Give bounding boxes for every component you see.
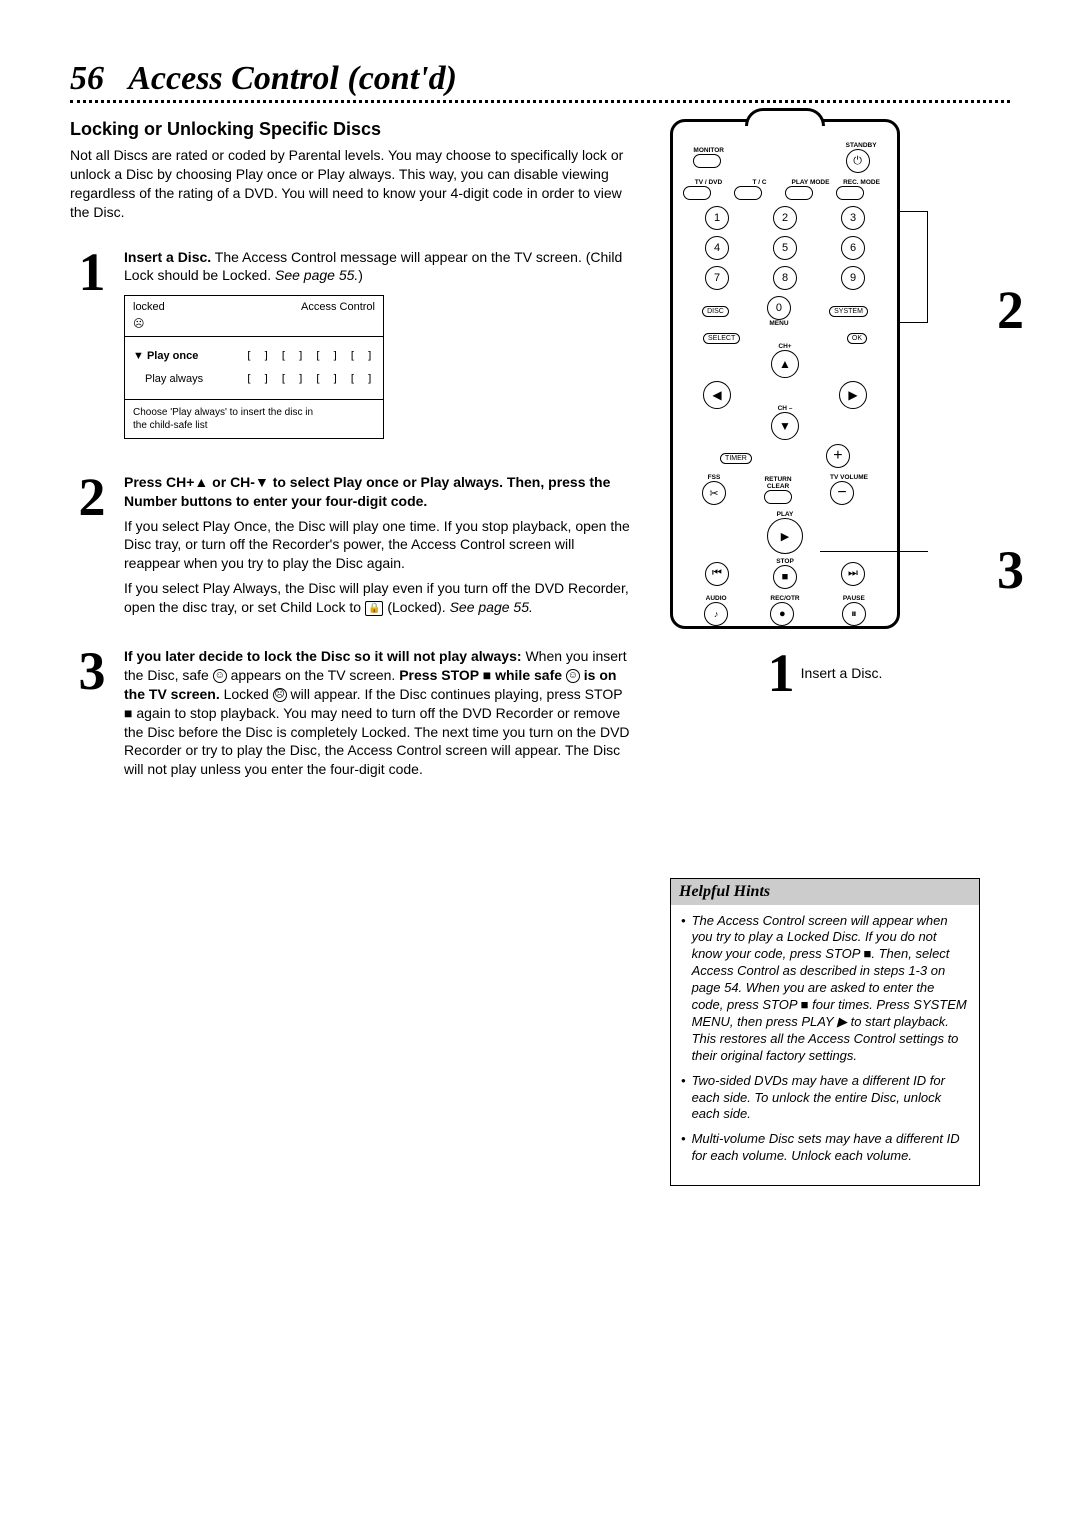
hint-3: Multi-volume Disc sets may have a differ…: [692, 1131, 969, 1165]
side-column: MONITOR STANDBY ⏻ TV / DVD T / C PLAY MO…: [670, 119, 980, 1186]
tv-code-always: [ ] [ ] [ ] [ ]: [246, 372, 375, 387]
step-2-p1: If you select Play Once, the Disc will p…: [124, 517, 630, 574]
insert-disc-caption: Insert a Disc.: [801, 665, 883, 681]
num-6-button: 6: [841, 236, 865, 260]
standby-label: STANDBY: [846, 142, 877, 149]
step-2-p2: If you select Play Always, the Disc will…: [124, 579, 630, 617]
padlock-icon: 🔒: [365, 601, 383, 617]
title-rule: [70, 100, 1010, 103]
num-7-button: 7: [705, 266, 729, 290]
standby-button: ⏻: [846, 149, 870, 173]
intro-paragraph: Not all Discs are rated or coded by Pare…: [70, 146, 630, 222]
prev-button: ⏮: [705, 562, 729, 586]
step-1: 1 Insert a Disc. The Access Control mess…: [70, 248, 630, 449]
vol-up-button: +: [826, 444, 850, 468]
tv-code-once: [ ] [ ] [ ] [ ]: [246, 349, 375, 364]
pause-button: ⏸: [842, 602, 866, 626]
hint-1: The Access Control screen will appear wh…: [692, 913, 969, 1065]
recmode-button: [836, 186, 864, 200]
step-1-bold: Insert a Disc.: [124, 249, 211, 265]
play-button: ▶: [767, 518, 803, 554]
tv-screen-diagram: locked ☹ Access Control ▼ Play once [ ] …: [124, 295, 384, 438]
step-3-text: If you later decide to lock the Disc so …: [124, 647, 630, 779]
ok-button: OK: [847, 333, 867, 344]
num-0-button: 0: [767, 296, 791, 320]
select-button: SELECT: [703, 333, 740, 344]
step-1-text: Insert a Disc. The Access Control messag…: [124, 248, 630, 286]
disc-button: DISC: [702, 306, 729, 317]
main-column: Locking or Unlocking Specific Discs Not …: [70, 119, 630, 1186]
step-3-bold: If you later decide to lock the Disc so …: [124, 648, 522, 664]
step-3: 3 If you later decide to lock the Disc s…: [70, 647, 630, 785]
callout-1: 1: [768, 649, 795, 698]
rec-button: ●: [770, 602, 794, 626]
nav-pad: ▲CH+ ▼CH – ◀ ▶: [683, 350, 887, 440]
tv-footer-1: Choose 'Play always' to insert the disc …: [133, 406, 375, 419]
num-5-button: 5: [773, 236, 797, 260]
callout-2: 2: [997, 279, 1024, 341]
caption-row: 1 Insert a Disc.: [670, 649, 980, 698]
step-1-number: 1: [70, 248, 114, 449]
num-4-button: 4: [705, 236, 729, 260]
tc-button: [734, 186, 762, 200]
step-2-bold: Press CH+▲ or CH-▼ to select Play once o…: [124, 474, 610, 509]
safe-face-icon: ☺: [213, 669, 227, 683]
locked-face-icon-2: ☹: [273, 688, 287, 702]
title-text: Access Control (cont'd): [128, 60, 457, 97]
num-1-button: 1: [705, 206, 729, 230]
callout-3: 3: [997, 539, 1024, 601]
step-1-see: See page 55.: [275, 267, 358, 283]
num-9-button: 9: [841, 266, 865, 290]
nav-left-button: ◀: [703, 381, 731, 409]
safe-face-icon-2: ☺: [566, 669, 580, 683]
timer-button: TIMER: [720, 453, 752, 464]
audio-button: ♪: [704, 602, 728, 626]
hints-header: Helpful Hints: [671, 879, 979, 905]
step-3-number: 3: [70, 647, 114, 785]
helpful-hints-box: Helpful Hints The Access Control screen …: [670, 878, 980, 1186]
step-2-see: See page 55.: [450, 599, 533, 615]
ch-down-button: ▼CH –: [771, 412, 799, 440]
locked-face-icon: ☹: [133, 317, 165, 332]
tvdvd-button: [683, 186, 711, 200]
nav-right-button: ▶: [839, 381, 867, 409]
stop-button: ■: [773, 565, 797, 589]
system-button: SYSTEM: [829, 306, 868, 317]
step-2: 2 Press CH+▲ or CH-▼ to select Play once…: [70, 473, 630, 623]
vol-down-button: −: [830, 481, 854, 505]
monitor-button: [693, 154, 721, 168]
remote-diagram: MONITOR STANDBY ⏻ TV / DVD T / C PLAY MO…: [670, 119, 900, 629]
callout-2-bracket: [898, 211, 928, 323]
hint-2: Two-sided DVDs may have a different ID f…: [692, 1073, 969, 1124]
section-subhead: Locking or Unlocking Specific Discs: [70, 119, 630, 140]
tv-play-always: Play always: [133, 372, 203, 387]
tv-title: Access Control: [301, 300, 375, 332]
num-2-button: 2: [773, 206, 797, 230]
fss-button: ✂: [702, 481, 726, 505]
next-button: ⏭: [841, 562, 865, 586]
callout-3-line: [820, 551, 928, 552]
clear-button: [764, 490, 792, 504]
step-2-number: 2: [70, 473, 114, 623]
tv-play-once: Play once: [147, 350, 198, 362]
num-3-button: 3: [841, 206, 865, 230]
page-title: 56 Access Control (cont'd): [70, 60, 1010, 98]
tv-locked-label: locked: [133, 300, 165, 315]
page-number: 56: [70, 60, 104, 97]
num-8-button: 8: [773, 266, 797, 290]
monitor-label: MONITOR: [693, 147, 724, 154]
ch-up-button: ▲CH+: [771, 350, 799, 378]
playmode-button: [785, 186, 813, 200]
tv-footer-2: the child-safe list: [133, 419, 375, 432]
